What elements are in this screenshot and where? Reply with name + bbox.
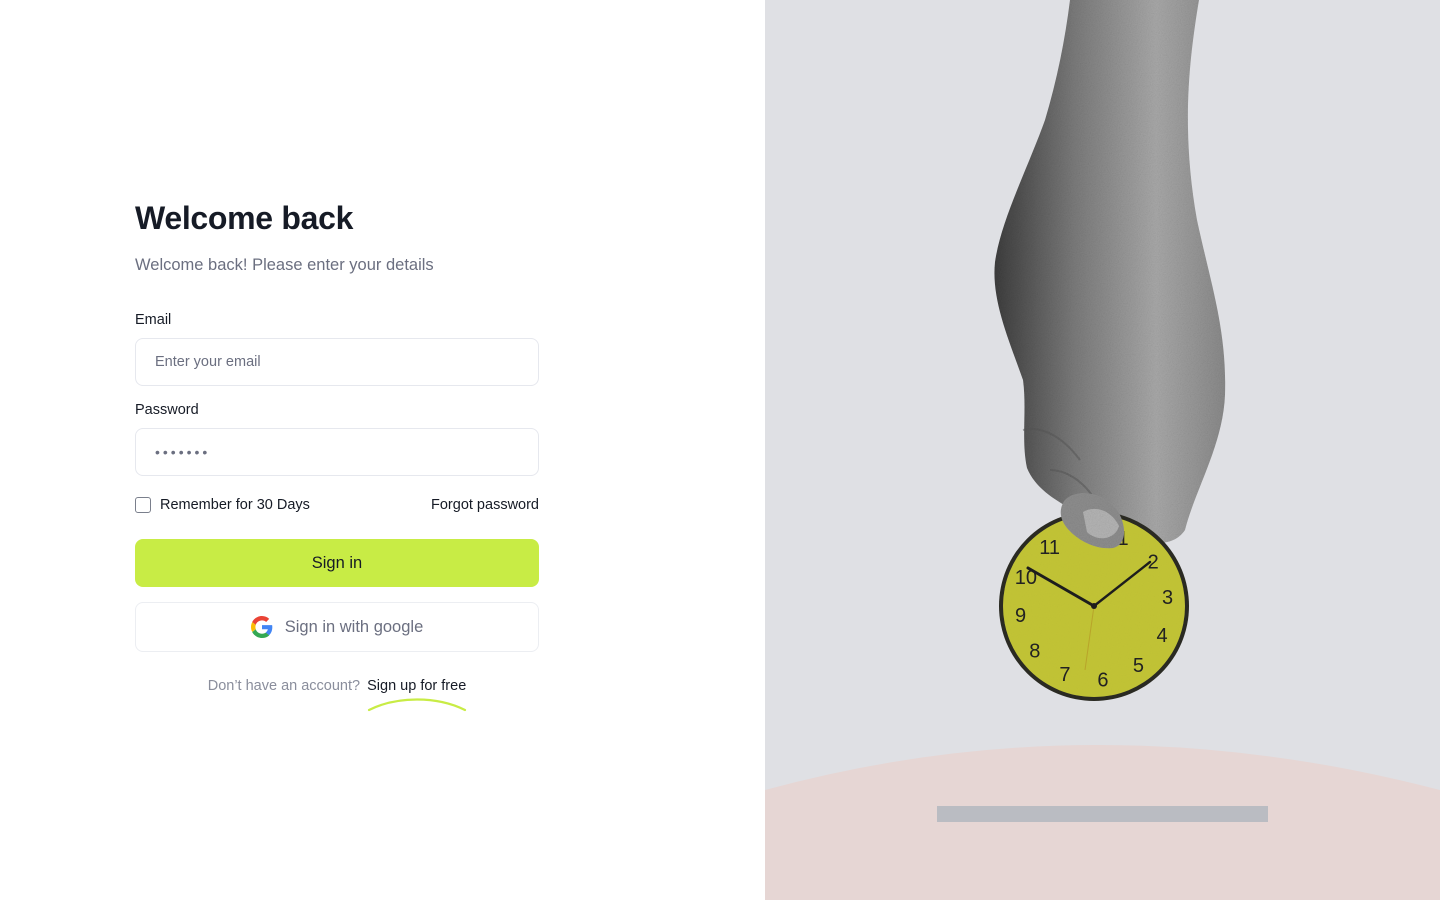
clock-numeral: 4 xyxy=(1157,625,1168,647)
login-panel: Welcome back Welcome back! Please enter … xyxy=(0,0,765,900)
password-label: Password xyxy=(135,402,199,418)
remember-option[interactable]: Remember for 30 Days xyxy=(135,497,310,513)
email-label: Email xyxy=(135,312,172,328)
signup-prompt: Don’t have an account? Sign up for free xyxy=(135,678,539,712)
forgot-password-link[interactable]: Forgot password xyxy=(431,497,539,513)
password-value: ••••••• xyxy=(155,444,211,460)
email-field[interactable]: Enter your email xyxy=(135,338,539,386)
clock-numeral: 5 xyxy=(1133,655,1144,677)
underline-swoosh xyxy=(367,698,467,712)
page-title: Welcome back xyxy=(135,200,354,236)
clock-numeral: 7 xyxy=(1059,664,1070,686)
illustration-panel: 11 1 10 2 9 3 8 4 7 5 6 xyxy=(765,0,1440,900)
floor-shape xyxy=(765,745,1440,900)
google-sign-in-label: Sign in with google xyxy=(284,617,424,636)
clock-numeral: 3 xyxy=(1162,587,1173,609)
remember-checkbox[interactable] xyxy=(135,497,151,513)
clock-numeral: 6 xyxy=(1097,670,1108,692)
clock-numeral: 8 xyxy=(1029,640,1040,662)
clock-numeral: 11 xyxy=(1039,537,1060,559)
google-sign-in-button[interactable]: Sign in with google xyxy=(135,602,539,652)
hand-graphic xyxy=(994,0,1226,543)
sign-in-label: Sign in xyxy=(311,553,363,572)
password-field[interactable]: ••••••• xyxy=(135,428,539,476)
coin-slot xyxy=(937,806,1268,822)
sign-up-link[interactable]: Sign up for free xyxy=(367,678,466,694)
options-row: Remember for 30 Days Forgot password xyxy=(135,496,539,514)
clock-numeral: 9 xyxy=(1015,605,1026,627)
hand-with-clock-illustration: 11 110293847 56 xyxy=(765,0,1440,900)
remember-label: Remember for 30 Days xyxy=(160,497,310,513)
signup-question: Don’t have an account? xyxy=(207,678,361,694)
google-icon xyxy=(250,616,273,638)
email-placeholder: Enter your email xyxy=(155,354,261,370)
sign-in-button[interactable]: Sign in xyxy=(135,539,539,587)
page-subtitle: Welcome back! Please enter your details xyxy=(135,256,434,274)
login-form: Welcome back Welcome back! Please enter … xyxy=(135,198,539,712)
